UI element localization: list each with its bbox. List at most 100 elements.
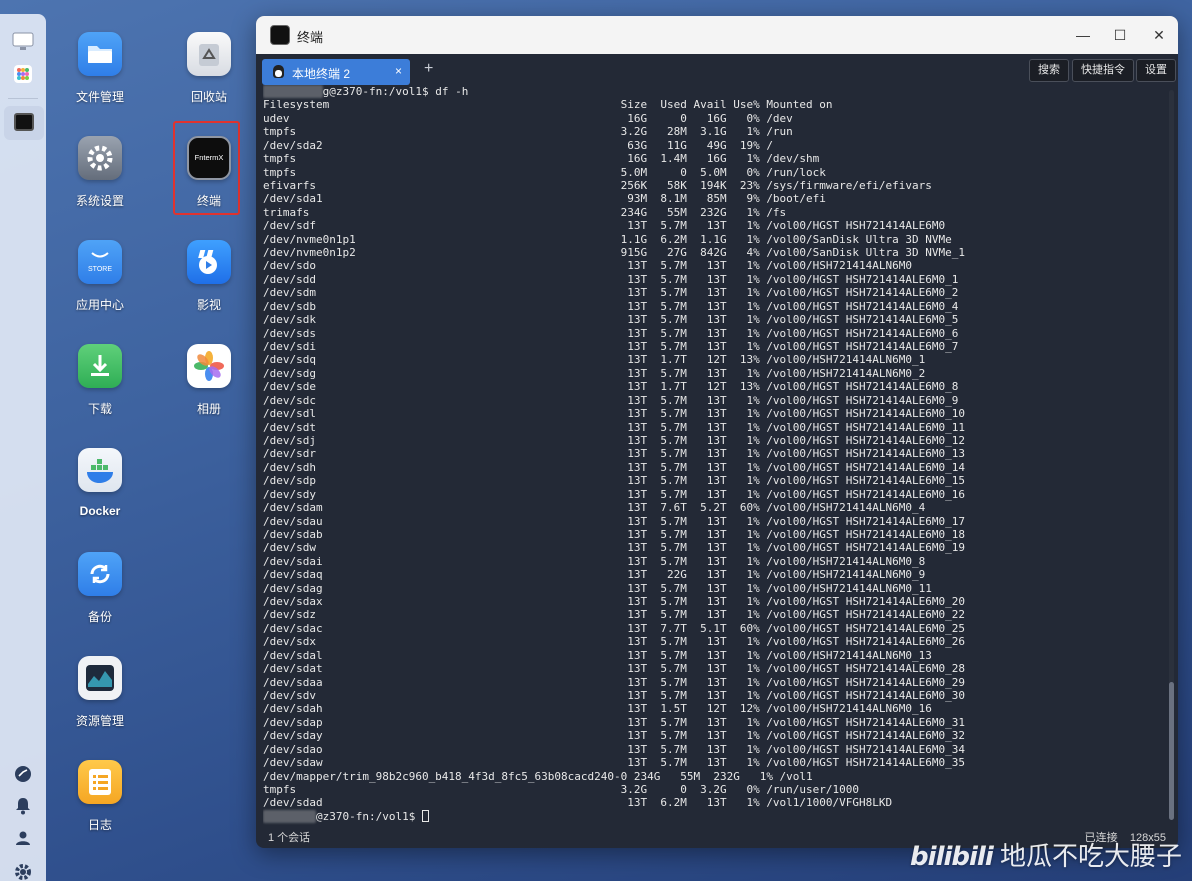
new-tab-button[interactable]: + xyxy=(424,60,433,78)
app-label: 应用中心 xyxy=(75,298,124,312)
speedometer-icon[interactable] xyxy=(11,762,35,786)
prompt: @z370-fn:/vol1$ xyxy=(315,809,416,823)
df-row: trimafs 234G 55M 232G 1% /fs xyxy=(263,205,787,219)
window-titlebar[interactable]: 终端 — ☐ ✕ xyxy=(256,16,1178,54)
recycle-bin-icon xyxy=(187,32,231,76)
df-row: /dev/sdh 13T 5.7M 13T 1% /vol00/HGST HSH… xyxy=(263,460,965,474)
df-row: udev 16G 0 16G 0% /dev xyxy=(263,111,793,125)
app-photos[interactable]: 相册 xyxy=(164,344,254,417)
store-icon-text: STORE xyxy=(88,266,112,273)
terminal-icon: FntermX xyxy=(187,136,231,180)
df-row: /dev/sdab 13T 5.7M 13T 1% /vol00/HGST HS… xyxy=(263,527,965,541)
terminal-window: 终端 — ☐ ✕ 本地终端 2 × + 搜索 快捷指令 设置 lixxxxxxx… xyxy=(256,16,1178,848)
text-cursor xyxy=(421,809,429,822)
app-recycle-bin[interactable]: 回收站 xyxy=(164,32,254,105)
df-row: /dev/sdd 13T 5.7M 13T 1% /vol00/HGST HSH… xyxy=(263,272,959,286)
scrollbar-thumb[interactable] xyxy=(1169,682,1174,820)
prompt: g@z370-fn:/vol1$ xyxy=(322,85,429,98)
terminal-app-icon xyxy=(270,25,290,45)
df-row: /dev/sdax 13T 5.7M 13T 1% /vol00/HGST HS… xyxy=(263,595,965,609)
video-icon xyxy=(187,240,231,284)
app-system-settings[interactable]: 系统设置 xyxy=(55,136,145,209)
app-label: 终端 xyxy=(196,194,221,208)
app-video[interactable]: 影视 xyxy=(164,240,254,313)
df-row: /dev/sdm 13T 5.7M 13T 1% /vol00/HGST HSH… xyxy=(263,286,959,300)
settings-gear-icon xyxy=(78,136,122,180)
df-row: /dev/sdl 13T 5.7M 13T 1% /vol00/HGST HSH… xyxy=(263,407,965,421)
df-row: /dev/sda1 93M 8.1M 85M 9% /boot/efi xyxy=(263,192,826,206)
apps-grid-icon[interactable] xyxy=(11,62,35,86)
redacted-username: lixxxxxxx xyxy=(263,85,323,99)
df-row: tmpfs 3.2G 0 3.2G 0% /run/user/1000 xyxy=(263,782,860,796)
df-row: /dev/sdx 13T 5.7M 13T 1% /vol00/HGST HSH… xyxy=(263,635,965,649)
app-label: 系统设置 xyxy=(75,194,124,208)
df-row: /dev/sdp 13T 5.7M 13T 1% /vol00/HGST HSH… xyxy=(263,474,965,488)
df-row: /dev/sdj 13T 5.7M 13T 1% /vol00/HGST HSH… xyxy=(263,433,965,447)
search-button[interactable]: 搜索 xyxy=(1029,59,1069,82)
df-row: /dev/sdat 13T 5.7M 13T 1% /vol00/HGST HS… xyxy=(263,662,965,676)
tab-local-terminal-2[interactable]: 本地终端 2 × xyxy=(262,59,410,85)
df-row: /dev/sdg 13T 5.7M 13T 1% /vol00/HSH72141… xyxy=(263,366,926,380)
df-row: /dev/sdad 13T 6.2M 13T 1% /vol1/1000/VFG… xyxy=(263,796,893,810)
redacted-username: lixxxxxx xyxy=(263,809,316,824)
app-docker[interactable]: Docker xyxy=(55,448,145,518)
bilibili-logo: bilibili xyxy=(910,842,994,872)
tab-close-icon[interactable]: × xyxy=(395,64,402,78)
folder-icon xyxy=(78,32,122,76)
command: df -h xyxy=(435,85,469,98)
df-row: /dev/sdf 13T 5.7M 13T 1% /vol00/HGST HSH… xyxy=(263,219,946,233)
backup-icon xyxy=(78,552,122,596)
df-row: /dev/sdc 13T 5.7M 13T 1% /vol00/HGST HSH… xyxy=(263,393,959,407)
app-resource-monitor[interactable]: 资源管理 xyxy=(55,656,145,729)
df-row: /dev/sdt 13T 5.7M 13T 1% /vol00/HGST HSH… xyxy=(263,420,965,434)
app-label: 备份 xyxy=(87,610,112,624)
close-icon[interactable]: ✕ xyxy=(1149,25,1169,45)
app-label: 日志 xyxy=(87,818,112,832)
df-row: /dev/sdq 13T 1.7T 12T 13% /vol00/HSH7214… xyxy=(263,353,926,367)
quick-commands-button[interactable]: 快捷指令 xyxy=(1072,59,1134,82)
settings-button[interactable]: 设置 xyxy=(1136,59,1176,82)
df-row: /dev/sdaw 13T 5.7M 13T 1% /vol00/HGST HS… xyxy=(263,756,965,770)
terminal-icon-text: FntermX xyxy=(194,153,224,162)
prompt-line: lixxxxxxxg@z370-fn:/vol1$ df -h xyxy=(263,85,1168,99)
gear-icon[interactable] xyxy=(11,860,35,881)
app-backup[interactable]: 备份 xyxy=(55,552,145,625)
minimize-icon[interactable]: — xyxy=(1073,25,1093,45)
df-row: /dev/sdau 13T 5.7M 13T 1% /vol00/HGST HS… xyxy=(263,514,965,528)
terminal-icon xyxy=(14,113,34,131)
tab-label: 本地终端 2 xyxy=(292,67,351,81)
df-row: /dev/sdo 13T 5.7M 13T 1% /vol00/HSH72141… xyxy=(263,259,913,273)
df-row: /dev/sdag 13T 5.7M 13T 1% /vol00/HSH7214… xyxy=(263,581,932,595)
df-row: /dev/sdap 13T 5.7M 13T 1% /vol00/HGST HS… xyxy=(263,715,965,729)
docker-icon xyxy=(78,448,122,492)
df-row: /dev/sdal 13T 5.7M 13T 1% /vol00/HSH7214… xyxy=(263,648,932,662)
app-terminal[interactable]: FntermX 终端 xyxy=(164,136,254,209)
maximize-icon[interactable]: ☐ xyxy=(1110,25,1130,45)
resource-monitor-icon xyxy=(78,656,122,700)
app-label: 相册 xyxy=(196,402,221,416)
terminal-output[interactable]: lixxxxxxxg@z370-fn:/vol1$ df -hFilesyste… xyxy=(263,85,1168,825)
app-label: 资源管理 xyxy=(75,714,124,728)
app-label: Docker xyxy=(79,504,121,518)
app-file-manager[interactable]: 文件管理 xyxy=(55,32,145,105)
bell-icon[interactable] xyxy=(11,794,35,818)
app-log[interactable]: 日志 xyxy=(55,760,145,833)
download-icon xyxy=(78,344,122,388)
app-store[interactable]: STORE 应用中心 xyxy=(55,240,145,313)
df-row: tmpfs 5.0M 0 5.0M 0% /run/lock xyxy=(263,165,826,179)
df-row: /dev/mapper/trim_98b2c960_b418_4f3d_8fc5… xyxy=(263,769,813,783)
df-row: /dev/sdw 13T 5.7M 13T 1% /vol00/HGST HSH… xyxy=(263,541,965,555)
dock-terminal-item[interactable] xyxy=(4,106,44,140)
dock-separator xyxy=(8,98,38,99)
app-download[interactable]: 下载 xyxy=(55,344,145,417)
watermark-author: 地瓜不吃大腰子 xyxy=(999,841,1182,871)
df-row: /dev/sdk 13T 5.7M 13T 1% /vol00/HGST HSH… xyxy=(263,313,959,327)
df-row: tmpfs 3.2G 28M 3.1G 1% /run xyxy=(263,125,793,139)
desktop-icon[interactable] xyxy=(11,30,35,54)
user-icon[interactable] xyxy=(11,826,35,850)
df-row: /dev/sdac 13T 7.7T 5.1T 60% /vol00/HGST … xyxy=(263,621,965,635)
final-prompt-line: lixxxxxx@z370-fn:/vol1$ xyxy=(263,809,1168,824)
app-label: 回收站 xyxy=(190,90,227,104)
df-row: /dev/sdz 13T 5.7M 13T 1% /vol00/HGST HSH… xyxy=(263,608,965,622)
df-row: /dev/sdah 13T 1.5T 12T 12% /vol00/HSH721… xyxy=(263,702,932,716)
